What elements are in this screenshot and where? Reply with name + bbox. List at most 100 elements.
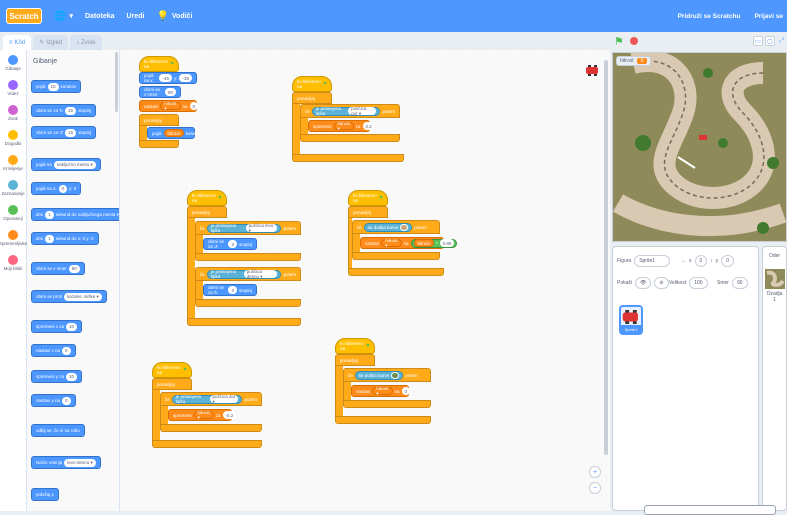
stage-canvas[interactable]: hitrost 0	[612, 52, 787, 242]
palette-block[interactable]: nastavi x na 0	[31, 344, 76, 357]
direction-input[interactable]: 90	[731, 277, 748, 289]
tab-code[interactable]: ≡ Kôd	[3, 35, 32, 50]
x-input[interactable]: 0	[694, 255, 708, 267]
move-steps-block[interactable]: pojdi hitrost korakov	[147, 127, 202, 139]
palette-block[interactable]: obrni se za ↻ 15 stopinj	[31, 104, 97, 117]
category-moji-bloki[interactable]: Moji bloki	[0, 251, 26, 275]
key-pressed-block[interactable]: je pritisnjena tipka puščica desno ▾	[206, 269, 282, 279]
category-gibanje[interactable]: Gibanje	[0, 51, 26, 75]
go-to-xy-block[interactable]: pojdi na x: -46 y: -36	[139, 72, 197, 84]
when-flag-clicked-block[interactable]: ko kliknemo na ⚑	[187, 190, 227, 206]
scratch-logo[interactable]: Scratch	[6, 8, 42, 24]
tutorials-menu[interactable]: 💡 Vodiči	[156, 11, 192, 22]
when-flag-clicked-block[interactable]: ko kliknemo na ⚑	[139, 56, 179, 72]
category-videz[interactable]: Videz	[0, 76, 26, 100]
touching-color-block[interactable]: se dotika barve	[363, 222, 413, 232]
category-krmiljenje[interactable]: Krmiljenje	[0, 151, 26, 175]
set-variable-block[interactable]: nastavi hitrost ▾ na 0	[139, 100, 199, 112]
join-scratch-link[interactable]: Pridruži se Scratchu	[678, 13, 741, 20]
if-then-block[interactable]: če je pritisnjena tipka puščica gor ▾ potem	[300, 104, 400, 118]
when-flag-clicked-block[interactable]: ko kliknemo na ⚑	[152, 362, 192, 378]
if-then-block[interactable]: če je pritisnjena tipka puščica dol ▾ potem	[160, 392, 262, 406]
palette-block[interactable]: Način vrtenja levo-desno ▾	[31, 456, 101, 469]
sign-in-link[interactable]: Prijavi se	[754, 13, 783, 20]
when-flag-clicked-block[interactable]: ko kliknemo na ⚑	[348, 190, 388, 206]
forever-block[interactable]: ponavljaj	[292, 92, 332, 104]
palette-block[interactable]: pojdi na x: 0 y: 0	[31, 182, 82, 195]
tab-sounds[interactable]: ♪ Zvuki	[70, 35, 102, 50]
language-menu[interactable]: 🌐 ▾	[54, 11, 73, 22]
palette-scrollbar[interactable]	[115, 52, 118, 112]
if-right-block[interactable]: če je pritisnjena tipka puščica desno ▾ pot…	[195, 267, 301, 281]
stage-selector[interactable]: Oder Ozadja 1	[762, 246, 787, 511]
if-then-block[interactable]: če se dotika barve potem	[343, 368, 431, 382]
palette-block[interactable]: pojdi na naključno mesto ▾	[31, 158, 101, 171]
turn-left-block[interactable]: obrni se za ↺ 3 stopinj	[203, 238, 257, 250]
variable-monitor[interactable]: hitrost 0	[616, 56, 652, 66]
script-color-stop[interactable]: ko kliknemo na ⚑ ponavljaj če se dotika ba…	[335, 338, 431, 424]
fullscreen-icon[interactable]: ⤢	[777, 36, 787, 46]
tab-costumes[interactable]: ✎ Izgled	[33, 35, 69, 50]
hide-button[interactable]: ⊘	[654, 277, 669, 289]
edit-menu[interactable]: Uredi	[127, 13, 145, 20]
if-then-block[interactable]: če se dotika barve potem	[352, 220, 440, 234]
key-pressed-block[interactable]: je pritisnjena tipka puščica dol ▾	[171, 394, 243, 404]
when-flag-clicked-block[interactable]: ko kliknemo na ⚑	[335, 338, 375, 354]
stop-icon[interactable]	[629, 37, 638, 45]
category-operatorji[interactable]: Operatorji	[0, 201, 26, 225]
zoom-out-button[interactable]: −	[589, 482, 601, 494]
category-zaznavanje[interactable]: Zaznavanje	[0, 176, 26, 200]
y-input[interactable]: 0	[721, 255, 735, 267]
change-variable-block[interactable]: spremeni hitrost ▾ za 0.2	[308, 120, 375, 132]
sprite-tile[interactable]: Sprite1	[619, 305, 643, 335]
key-pressed-block[interactable]: je pritisnjena tipka puščica gor ▾	[311, 106, 381, 116]
category-zvok[interactable]: Zvok	[0, 101, 26, 125]
forever-block[interactable]: ponavljaj	[139, 114, 179, 126]
script-brake[interactable]: ko kliknemo na ⚑ ponavljaj če je pritisnje…	[152, 362, 262, 448]
palette-block[interactable]: spremeni x za 10	[31, 320, 83, 333]
category-spremenljivke[interactable]: Spremenljivke	[0, 226, 27, 250]
palette-block[interactable]: spremeni y za 10	[31, 370, 83, 383]
script-init[interactable]: ko kliknemo na ⚑ pojdi na x: -46 y: -36 obrn…	[139, 56, 202, 148]
color-swatch[interactable]	[400, 223, 409, 231]
key-pressed-block[interactable]: je pritisnjena tipka puščica levo ▾	[206, 223, 282, 233]
code-workspace[interactable]: ko kliknemo na ⚑ pojdi na x: -46 y: -36 obrn…	[120, 50, 610, 511]
multiply-operator[interactable]: hitrost * 0.85	[410, 238, 458, 248]
script-accelerate[interactable]: ko kliknemo na ⚑ ponavljaj če je pritisnje…	[292, 76, 404, 162]
palette-block[interactable]: nastavi y na 0	[31, 394, 76, 407]
color-swatch[interactable]	[391, 371, 400, 379]
workspace-scrollbar[interactable]	[604, 60, 608, 455]
set-variable-block[interactable]: nastavi hitrost ▾ na 0	[351, 385, 411, 397]
zoom-in-button[interactable]: +	[589, 466, 601, 478]
green-flag-icon[interactable]: ⚑	[614, 35, 624, 48]
sprite-name-input[interactable]: Sprite1	[634, 255, 671, 267]
palette-block[interactable]: obrni se za ↺ 15 stopinj	[31, 126, 97, 139]
size-input[interactable]: 100	[689, 277, 708, 289]
forever-block[interactable]: ponavljaj	[187, 206, 227, 218]
category-dogodki[interactable]: Dogodki	[0, 126, 26, 150]
script-color-slow[interactable]: ko kliknemo na ⚑ ponavljaj če se dotika ba…	[348, 190, 458, 276]
palette-block[interactable]: obrni se v smer 90	[31, 262, 85, 275]
script-steering[interactable]: ko kliknemo na ⚑ ponavljaj če je pritisnje…	[187, 190, 301, 326]
if-left-block[interactable]: če je pritisnjena tipka puščica levo ▾ pote…	[195, 221, 301, 235]
turn-right-block[interactable]: obrni se za ↻ 3 stopinj	[203, 284, 257, 296]
palette-block[interactable]: pojdi 10 korakov	[31, 80, 82, 93]
palette-block[interactable]: položaj x	[31, 488, 59, 501]
point-in-direction-block[interactable]: obrni se v smer 90	[139, 86, 181, 98]
palette-block[interactable]: drsi 1 sekund do x: 0 y: 0	[31, 232, 99, 245]
file-menu[interactable]: Datoteka	[85, 13, 115, 20]
bottom-bar	[644, 505, 776, 515]
forever-block[interactable]: ponavljaj	[335, 354, 375, 366]
touching-color-block[interactable]: se dotika barve	[354, 370, 404, 380]
change-variable-block[interactable]: spremeni hitrost ▾ za -0.2	[168, 409, 237, 421]
forever-block[interactable]: ponavljaj	[152, 378, 192, 390]
palette-block[interactable]: obrni se proti kazalec miške ▾	[31, 290, 107, 303]
small-stage-button[interactable]: ▭	[753, 36, 763, 46]
large-stage-button[interactable]: ▢	[765, 36, 775, 46]
palette-block[interactable]: drsi 1 sekund do naključnega mesta ▾	[31, 208, 119, 221]
show-button[interactable]: 👁	[635, 277, 652, 289]
forever-block[interactable]: ponavljaj	[348, 206, 388, 218]
set-variable-block[interactable]: nastavi hitrost ▾ na hitrost * 0.85	[360, 237, 458, 249]
palette-block[interactable]: odbij se, če si na robu	[31, 424, 85, 437]
when-flag-clicked-block[interactable]: ko kliknemo na ⚑	[292, 76, 332, 92]
